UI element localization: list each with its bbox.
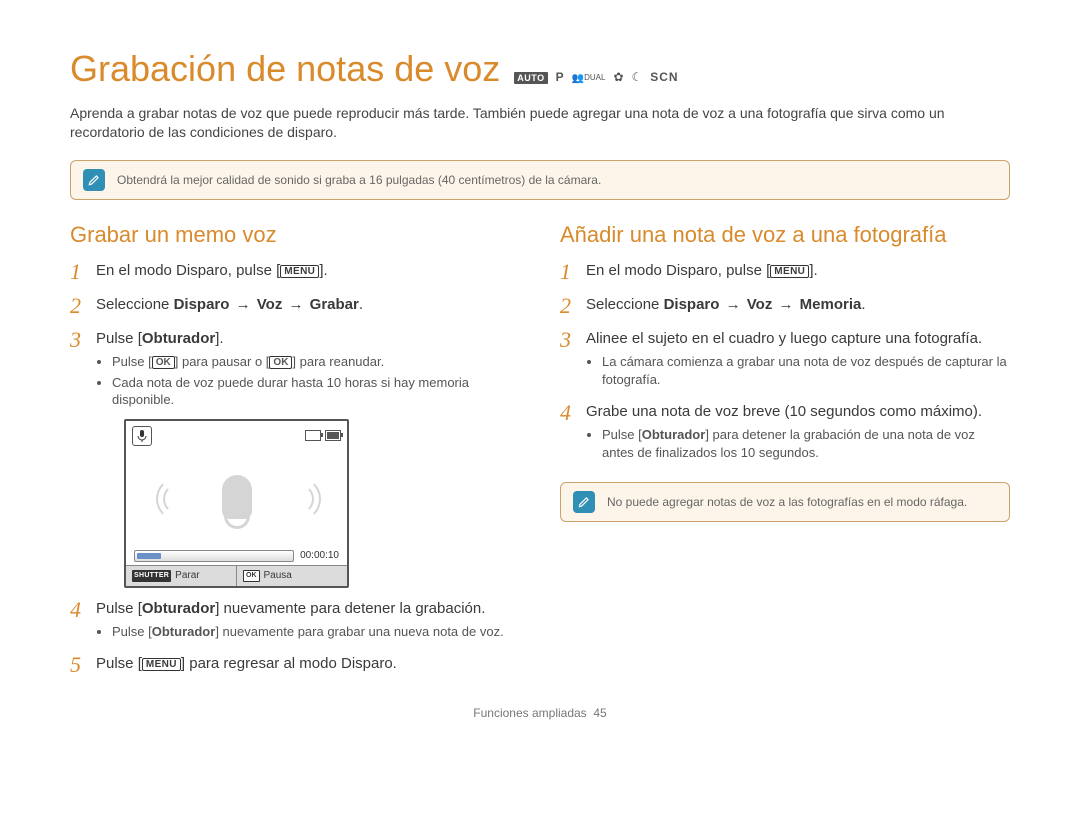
ok-tag-icon: OK — [243, 570, 260, 582]
list-item: Pulse [Obturador] para detener la grabac… — [602, 426, 1010, 461]
lcd-progress: 00:00:10 — [134, 549, 339, 563]
lcd-center — [126, 451, 347, 543]
lcd-bottom-bar: SHUTTERParar OKPausa — [126, 565, 347, 586]
step-body: Seleccione Disparo → Voz → Memoria. — [586, 294, 1010, 315]
list-item: La cámara comienza a grabar una nota de … — [602, 353, 1010, 388]
left-step-4: 4 Pulse [Obturador] nuevamente para dete… — [70, 598, 520, 644]
right-step-4: 4 Grabe una nota de voz breve (10 segund… — [560, 401, 1010, 464]
footer-page-number: 45 — [593, 706, 606, 720]
right-column: Añadir una nota de voz a una fotografía … — [560, 222, 1010, 678]
step-body: En el modo Disparo, pulse [MENU]. — [96, 260, 520, 281]
right-step-1: 1 En el modo Disparo, pulse [MENU]. — [560, 260, 1010, 284]
mode-icons: AUTO P 👥DUAL ✿ ☾ SCN — [514, 70, 678, 84]
step-number: 2 — [70, 294, 86, 318]
shutter-tag-icon: SHUTTER — [132, 570, 171, 582]
step-body: Pulse [Obturador] nuevamente para detene… — [96, 598, 520, 644]
menu-button-label: MENU — [280, 265, 319, 278]
left-step-5: 5 Pulse [MENU] para regresar al modo Dis… — [70, 653, 520, 677]
step-body: Pulse [MENU] para regresar al modo Dispa… — [96, 653, 520, 674]
lcd-top-bar — [126, 421, 347, 451]
warning-box: No puede agregar notas de voz a las foto… — [560, 482, 1010, 522]
title-row: Grabación de notas de voz AUTO P 👥DUAL ✿… — [70, 48, 1010, 90]
mode-scn-icon: SCN — [650, 70, 678, 84]
intro-text: Aprenda a grabar notas de voz que puede … — [70, 104, 1010, 142]
warning-text: No puede agregar notas de voz a las foto… — [607, 495, 967, 509]
mic-small-icon — [132, 426, 152, 446]
battery-full-icon — [325, 430, 341, 441]
right-step-3: 3 Alinee el sujeto en el cuadro y luego … — [560, 328, 1010, 391]
mode-night-icon: ☾ — [632, 70, 643, 84]
mode-auto-icon: AUTO — [514, 72, 547, 84]
step-number: 5 — [70, 653, 86, 677]
step-number: 1 — [560, 260, 576, 284]
microphone-icon — [222, 475, 252, 519]
sound-wave-right-icon — [277, 477, 317, 517]
battery-icons — [305, 426, 341, 446]
step-body: En el modo Disparo, pulse [MENU]. — [586, 260, 1010, 281]
left-column: Grabar un memo voz 1 En el modo Disparo,… — [70, 222, 520, 678]
list-item: Cada nota de voz puede durar hasta 10 ho… — [112, 374, 520, 409]
step-number: 1 — [70, 260, 86, 284]
progress-bar — [134, 550, 294, 562]
note-icon — [573, 491, 595, 513]
step-body: Pulse [Obturador]. Pulse [OK] para pausa… — [96, 328, 520, 588]
menu-button-label: MENU — [770, 265, 809, 278]
lcd-stop-area: SHUTTERParar — [126, 566, 237, 586]
sublist: Pulse [Obturador] nuevamente para grabar… — [96, 623, 520, 641]
page: Grabación de notas de voz AUTO P 👥DUAL ✿… — [0, 0, 1080, 740]
lcd-screen: 00:00:10 SHUTTERParar OKPausa — [124, 419, 349, 588]
menu-button-label: MENU — [142, 658, 181, 671]
progress-time: 00:00:10 — [300, 549, 339, 563]
mode-p-icon: P — [556, 70, 564, 84]
tip-box: Obtendrá la mejor calidad de sonido si g… — [70, 160, 1010, 200]
step-body: Seleccione Disparo → Voz → Grabar. — [96, 294, 520, 315]
footer-section: Funciones ampliadas — [473, 706, 586, 720]
lcd-pause-area: OKPausa — [237, 566, 347, 586]
left-heading: Grabar un memo voz — [70, 222, 520, 248]
tip-text: Obtendrá la mejor calidad de sonido si g… — [117, 173, 601, 187]
note-icon — [83, 169, 105, 191]
list-item: Pulse [OK] para pausar o [OK] para reanu… — [112, 353, 520, 371]
right-heading: Añadir una nota de voz a una fotografía — [560, 222, 1010, 248]
step-number: 3 — [70, 328, 86, 352]
list-item: Pulse [Obturador] nuevamente para grabar… — [112, 623, 520, 641]
step-number: 2 — [560, 294, 576, 318]
step-number: 4 — [560, 401, 576, 425]
step-body: Alinee el sujeto en el cuadro y luego ca… — [586, 328, 1010, 391]
step-number: 4 — [70, 598, 86, 622]
sublist: Pulse [OK] para pausar o [OK] para reanu… — [96, 353, 520, 409]
ok-button-label: OK — [152, 356, 175, 369]
sound-wave-left-icon — [156, 477, 196, 517]
sublist: La cámara comienza a grabar una nota de … — [586, 353, 1010, 388]
page-title: Grabación de notas de voz — [70, 48, 500, 90]
mode-dual-icon: 👥DUAL — [572, 73, 606, 84]
right-step-2: 2 Seleccione Disparo → Voz → Memoria. — [560, 294, 1010, 318]
footer: Funciones ampliadas 45 — [70, 706, 1010, 720]
step-body: Grabe una nota de voz breve (10 segundos… — [586, 401, 1010, 464]
left-step-2: 2 Seleccione Disparo → Voz → Grabar. — [70, 294, 520, 318]
left-step-3: 3 Pulse [Obturador]. Pulse [OK] para pau… — [70, 328, 520, 588]
mode-beauty-icon: ✿ — [613, 70, 623, 84]
sublist: Pulse [Obturador] para detener la grabac… — [586, 426, 1010, 461]
battery-empty-icon — [305, 430, 321, 441]
ok-button-label: OK — [269, 356, 292, 369]
columns: Grabar un memo voz 1 En el modo Disparo,… — [70, 222, 1010, 678]
step-number: 3 — [560, 328, 576, 352]
left-step-1: 1 En el modo Disparo, pulse [MENU]. — [70, 260, 520, 284]
